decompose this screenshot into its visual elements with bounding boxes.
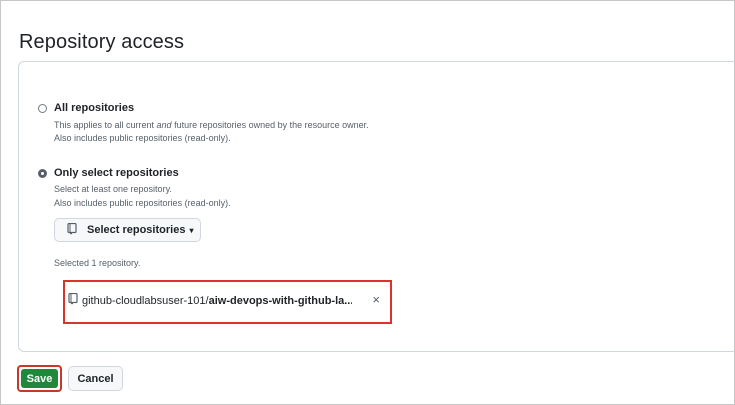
all-repositories-description: This applies to all current and future r…: [54, 120, 369, 130]
selected-repository-highlight: github-cloudlabsuser-101/aiw-devops-with…: [63, 280, 392, 324]
save-button-highlight: Save: [17, 365, 62, 392]
only-select-description-2: Also includes public repositories (read-…: [54, 198, 231, 208]
all-repositories-description-2: Also includes public repositories (read-…: [54, 133, 231, 143]
all-repositories-radio[interactable]: [38, 104, 47, 113]
repo-icon: [67, 222, 77, 238]
repo-owner: github-cloudlabsuser-101/: [82, 294, 209, 307]
repo-icon: [68, 292, 78, 308]
save-button[interactable]: Save: [21, 369, 58, 388]
cancel-button[interactable]: Cancel: [68, 366, 123, 391]
selected-repository-item: github-cloudlabsuser-101/aiw-devops-with…: [68, 288, 386, 313]
chevron-down-icon: ▾: [189, 225, 194, 235]
all-repositories-label[interactable]: All repositories: [54, 102, 134, 114]
remove-repository-icon[interactable]: ×: [372, 292, 380, 307]
select-repositories-label: Select repositories: [87, 224, 186, 236]
only-select-repositories-radio[interactable]: [38, 169, 47, 178]
only-select-description: Select at least one repository.: [54, 184, 172, 194]
page-title: Repository access: [19, 31, 185, 53]
only-select-repositories-label[interactable]: Only select repositories: [54, 167, 179, 179]
selected-repository-name: github-cloudlabsuser-101/aiw-devops-with…: [82, 295, 352, 307]
selected-count-note: Selected 1 repository.: [54, 258, 141, 268]
repo-name: aiw-devops-with-github-la...: [208, 294, 352, 307]
select-repositories-button[interactable]: Select repositories ▾: [54, 218, 201, 242]
all-desc-emphasis: and: [156, 120, 172, 130]
all-desc-text-b: future repositories owned by the resourc…: [171, 120, 369, 130]
all-desc-text-a: This applies to all current: [54, 120, 157, 130]
